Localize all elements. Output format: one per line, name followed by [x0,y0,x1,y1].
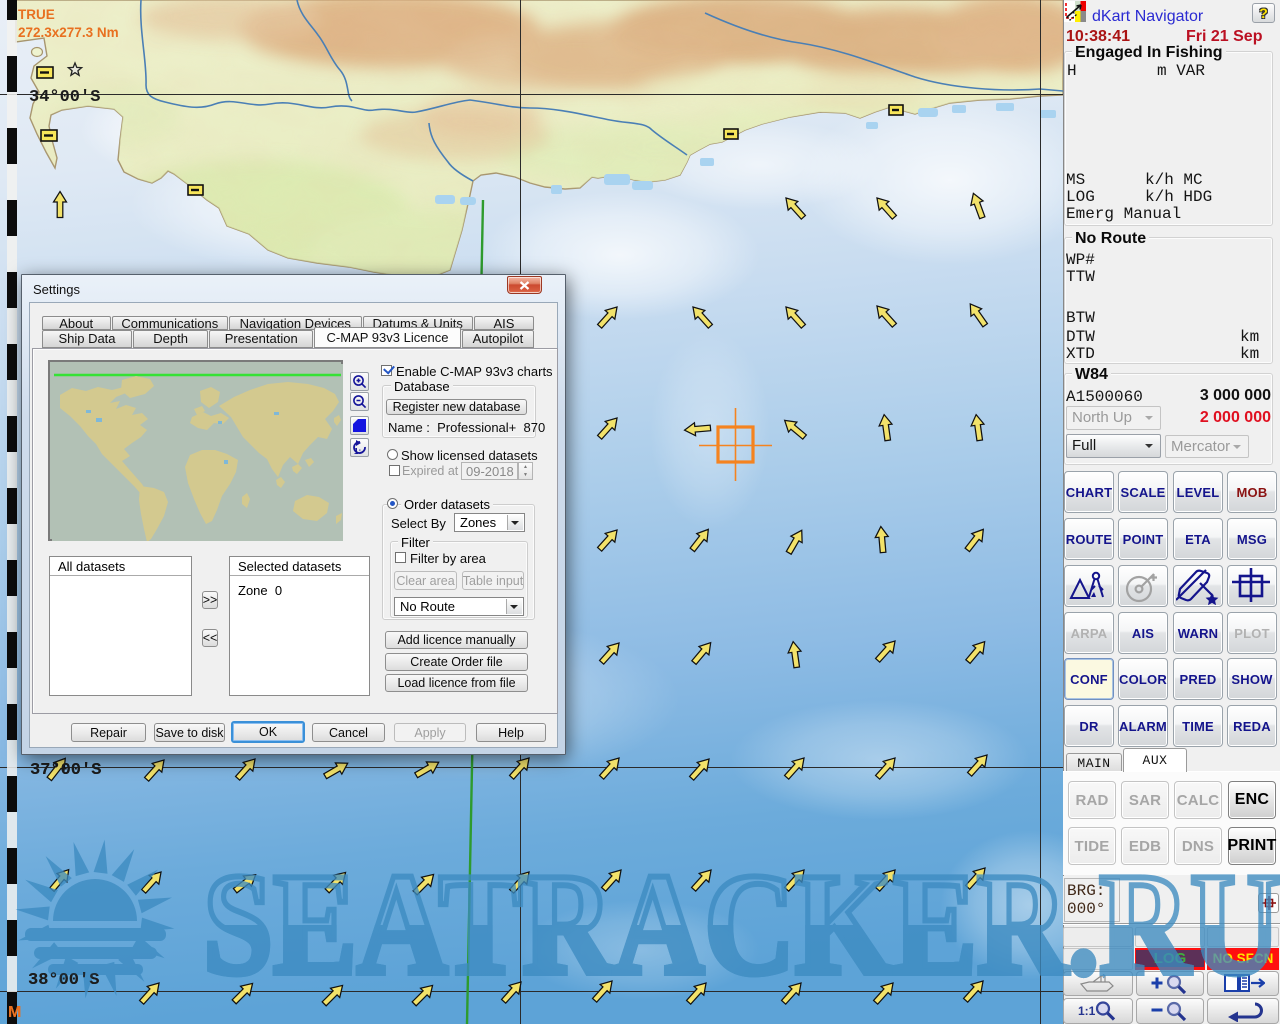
svg-text:1:: 1: [354,447,361,456]
svg-text:1:1: 1:1 [1078,1004,1096,1018]
